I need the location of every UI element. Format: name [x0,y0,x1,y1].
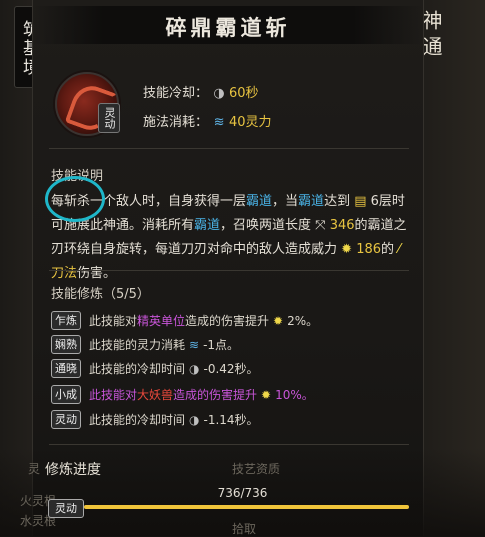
mod-row: 灵动 此技能的冷却时间 ◑ -1.14秒。 [51,408,411,430]
skill-type-badge: 灵动 [98,103,120,133]
mod-text: 造成的伤害提升 [173,387,258,402]
mod-text: 此技能的冷却时间 [89,412,186,427]
cost-row: 施法消耗： ≋ 40灵力 [143,111,272,130]
sun-icon: ✹ [273,313,284,328]
mod-highlight: 大妖兽 [137,387,174,402]
cooldown-value: 60秒 [229,86,259,101]
moon-icon: ◑ [189,361,200,376]
mod-row: 通晓 此技能的冷却时间 ◑ -0.42秒。 [51,357,411,379]
sun-icon: ✹ [261,387,272,402]
spirit-icon: ≋ [189,337,200,352]
spirit-icon: ≋ [213,115,225,130]
divider [49,444,409,445]
mod-row: 乍炼 此技能对精英单位造成的伤害提升 ✹ 2%。 [51,309,411,331]
mod-text: 此技能的冷却时间 [89,361,186,376]
scroll-icon: ▤ [350,194,371,209]
mod-tag: 娴熟 [51,334,81,354]
skill-title: 碎鼎霸道斩 [165,15,291,40]
bg-label: 拾取 [232,522,257,536]
desc-text: 达到 [324,194,351,209]
desc-text: 的 [381,242,395,257]
keyword-badao: 霸道 [298,194,325,209]
mod-tag: 通晓 [51,358,81,378]
power-value: 186 [356,242,382,257]
divider [49,270,409,271]
progress-bar [84,505,409,509]
cooldown-row: 技能冷却： ◑ 60秒 [143,82,259,101]
mod-row: 娴熟 此技能的灵力消耗 ≋ -1点。 [51,333,411,355]
mod-text: 此技能的灵力消耗 [89,337,186,352]
mod-highlight: 精英单位 [137,313,186,328]
range-icon: ⤧ [311,218,330,233]
bg-label: 技艺资质 [232,462,281,476]
keyword-daofa: 刀法 [51,266,78,281]
blade-icon: ⁄ [394,242,401,257]
keyword-badao: 霸道 [246,194,273,209]
mod-text: 此技能对 [89,313,138,328]
keyword-badao: 霸道 [194,218,221,233]
stack-count: 6层 [370,194,392,209]
cost-value: 40灵力 [229,115,272,130]
progress-fill [84,505,409,509]
desc-text: ，召唤两道长度 [220,218,312,233]
divider [49,148,409,149]
cost-label: 施法消耗： [143,115,209,130]
skill-description: 每斩杀一个敌人时，自身获得一层霸道，当霸道达到 ▤ 6层时可施展此神通。消耗所有… [51,190,407,286]
mod-value: -1点。 [203,337,240,352]
progress-label: 修炼进度 [45,462,101,478]
mod-tag: 乍炼 [51,310,81,330]
mod-tag: 灵动 [51,409,81,429]
mod-value: 2%。 [287,313,319,328]
desc-text: ，当 [272,194,299,209]
mod-text: 此技能对 [89,387,138,402]
annotation-circle [45,176,105,222]
progress-count: 736/736 [217,486,268,500]
moon-icon: ◑ [189,412,200,427]
sun-icon: ✹ [337,242,357,257]
moon-icon: ◑ [213,86,225,101]
mod-value: -0.42秒。 [203,361,259,376]
bg-label: 灵 [28,462,41,476]
desc-text: 伤害。 [77,266,117,281]
progress-badge: 灵动 [48,499,84,518]
mod-value: -1.14秒。 [203,412,259,427]
cooldown-label: 技能冷却： [143,86,209,101]
mod-row: 小成 此技能对大妖兽造成的伤害提升 ✹ 10%。 [51,383,411,405]
mods-heading: 技能修炼（5/5） [51,287,150,302]
mod-text: 造成的伤害提升 [185,313,270,328]
length-value: 346 [329,218,355,233]
mod-value: 10%。 [275,387,314,402]
mod-tag: 小成 [51,384,81,404]
